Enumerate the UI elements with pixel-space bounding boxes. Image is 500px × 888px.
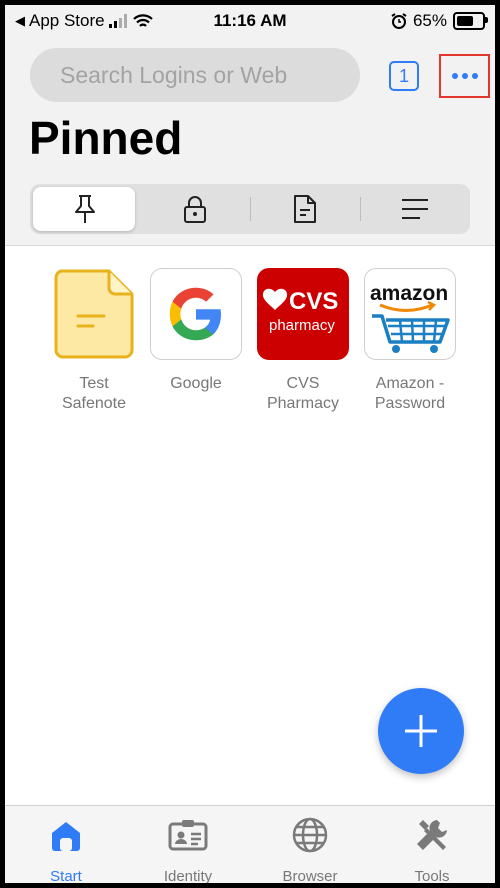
- search-input[interactable]: [30, 48, 360, 102]
- tab-label: Tools: [414, 868, 450, 883]
- list-icon: [402, 199, 428, 219]
- tools-icon: [417, 820, 447, 850]
- svg-text:CVS: CVS: [289, 288, 338, 315]
- segment-all[interactable]: [360, 184, 470, 234]
- pinned-item-test-safenote[interactable]: Test Safenote: [48, 268, 140, 414]
- pin-icon: [75, 195, 95, 223]
- page-title: Pinned: [29, 112, 183, 164]
- pinned-item-label: CVS Pharmacy: [266, 375, 340, 412]
- cvs-logo-icon: CVS pharmacy: [257, 268, 349, 360]
- globe-icon: [292, 817, 328, 853]
- tab-label: Start: [50, 868, 82, 883]
- segment-pinned[interactable]: [30, 184, 140, 234]
- id-card-icon: [168, 820, 208, 851]
- note-icon: [48, 268, 140, 360]
- more-dot: [471, 73, 478, 79]
- lock-icon: [184, 196, 206, 223]
- pinned-item-label: Amazon - Password: [374, 375, 446, 412]
- amazon-logo-icon: amazon: [364, 268, 456, 360]
- more-dot: [461, 73, 468, 79]
- svg-text:pharmacy: pharmacy: [269, 317, 335, 334]
- more-options-button[interactable]: [439, 54, 490, 98]
- tab-tools[interactable]: Tools: [377, 816, 487, 883]
- segment-logins[interactable]: [140, 184, 250, 234]
- alarm-icon: [391, 13, 407, 29]
- add-item-button[interactable]: [378, 688, 464, 774]
- tab-label: Browser: [282, 868, 338, 883]
- pinned-item-google[interactable]: Google: [150, 268, 242, 394]
- tab-label: Identity: [163, 868, 213, 883]
- google-logo-icon: [150, 268, 242, 360]
- plus-icon: [405, 715, 437, 747]
- pinned-item-label: Test Safenote: [61, 375, 127, 412]
- battery-percent: 65%: [412, 11, 447, 30]
- segment-notes[interactable]: [250, 184, 360, 234]
- open-tabs-button[interactable]: 1: [389, 61, 419, 91]
- tab-browser[interactable]: Browser: [255, 816, 365, 883]
- app-screen: ◀ App Store 11:16 AM 65% Search Logins o…: [5, 5, 495, 883]
- more-dot: [451, 73, 458, 79]
- tab-start[interactable]: Start: [11, 816, 121, 883]
- battery-icon: [453, 12, 488, 30]
- home-icon: [52, 822, 80, 851]
- note-icon: [294, 195, 316, 223]
- svg-text:amazon: amazon: [370, 282, 448, 305]
- bottom-tab-bar: Start Identity Browser Tools: [5, 805, 495, 883]
- pinned-item-label: Google: [170, 375, 222, 392]
- pinned-item-amazon[interactable]: amazon Amazon - Password: [364, 268, 456, 414]
- tab-identity[interactable]: Identity: [133, 816, 243, 883]
- status-bar: ◀ App Store 11:16 AM 65%: [5, 5, 495, 39]
- filter-segmented-control: [30, 184, 470, 234]
- pinned-item-cvs-pharmacy[interactable]: CVS pharmacy CVS Pharmacy: [257, 268, 349, 414]
